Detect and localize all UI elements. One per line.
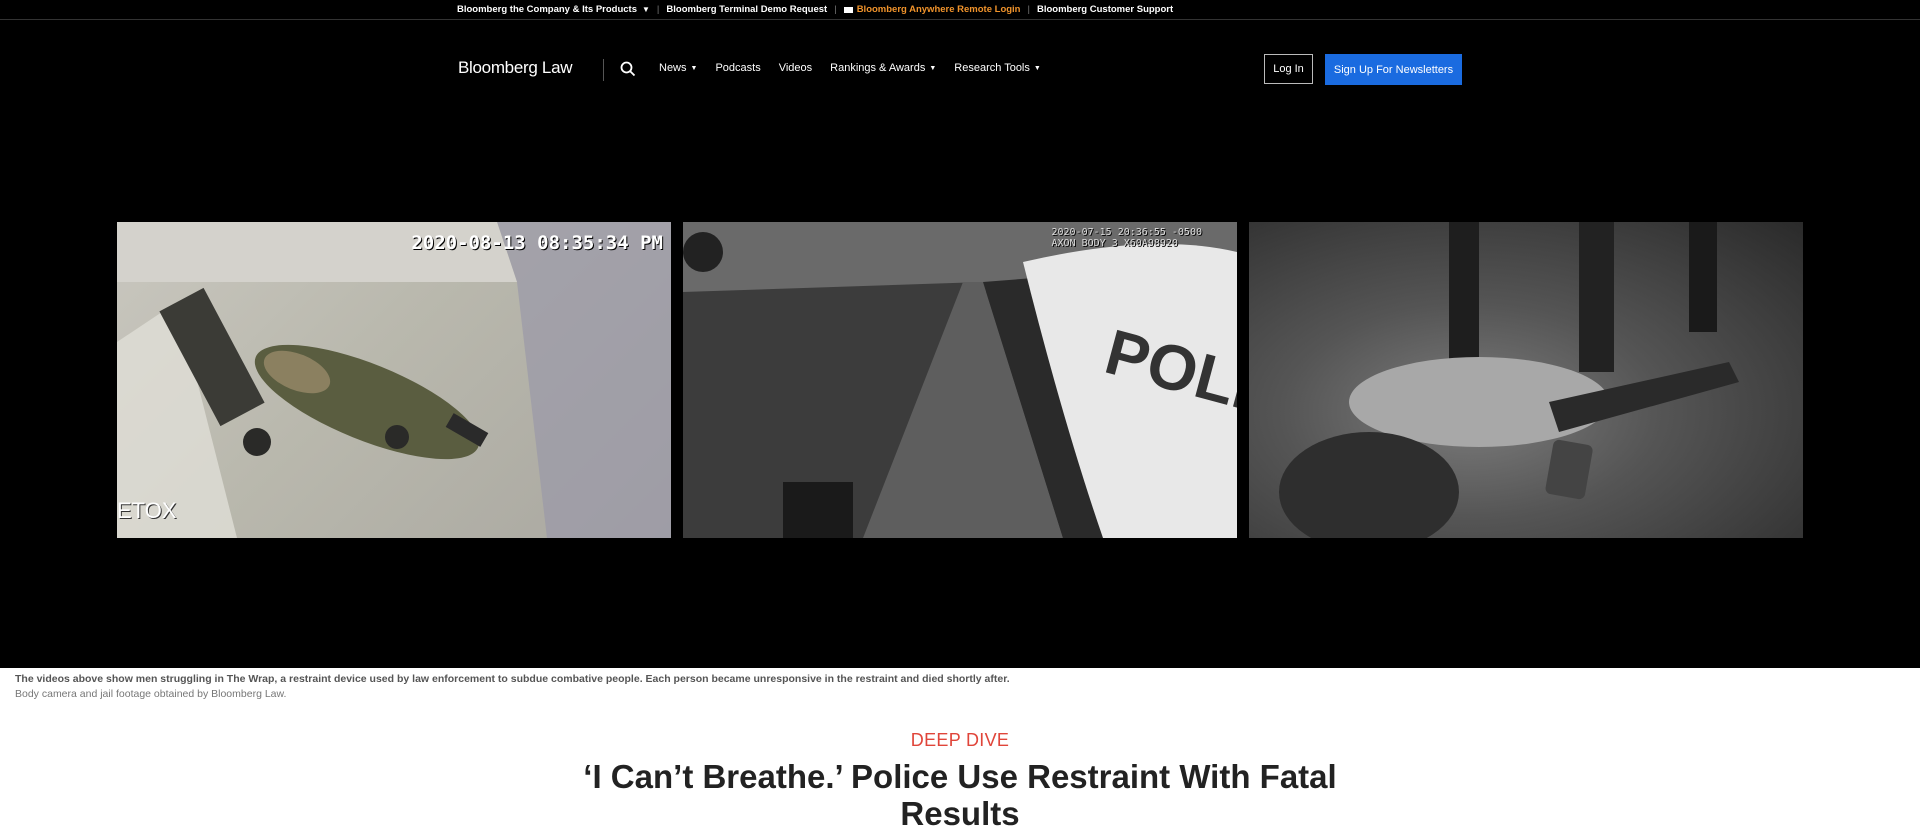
chevron-down-icon[interactable]: ▼ (642, 5, 650, 14)
timestamp-line: 2020-07-15 20:36:55 -0500 (1051, 227, 1202, 238)
nav-item-research-tools[interactable]: Research Tools ▼ (954, 62, 1041, 74)
search-icon[interactable] (620, 61, 636, 82)
login-button[interactable]: Log In (1264, 54, 1313, 84)
divider: | (834, 4, 837, 15)
nav-item-rankings[interactable]: Rankings & Awards ▼ (830, 62, 936, 74)
nav-label: Research Tools (954, 62, 1030, 74)
bodycam-scene: POLI (683, 222, 1237, 538)
chevron-down-icon: ▼ (690, 65, 698, 72)
remote-login-link[interactable]: Bloomberg Anywhere Remote Login (857, 4, 1021, 15)
terminal-demo-link[interactable]: Bloomberg Terminal Demo Request (666, 4, 827, 15)
article-headline: ‘I Can’t Breathe.’ Police Use Restraint … (583, 758, 1337, 832)
nav-label: News (659, 62, 687, 74)
nav-label: Rankings & Awards (830, 62, 926, 74)
jail-scene (117, 222, 671, 538)
video-bodycam-footage[interactable]: POLI 2020-07-15 20:36:55 -0500 AXON BODY … (683, 222, 1237, 538)
article-kicker: DEEP DIVE (910, 730, 1010, 750)
nav-item-videos[interactable]: Videos (779, 62, 812, 74)
caption-credit: Body camera and jail footage obtained by… (15, 688, 287, 700)
divider: | (1027, 4, 1030, 15)
main-nav: News ▼ Podcasts Videos Rankings & Awards ▼… (659, 62, 1059, 74)
divider: | (656, 4, 660, 15)
video-bodycam-footage-2[interactable] (1249, 222, 1803, 538)
video-hero: 2020-08-13 08:35:34 PM ETOX POLI 2020-07… (0, 99, 1920, 668)
device-id-line: AXON BODY 3 X60A98920 (1051, 238, 1178, 249)
video-timestamp: 2020-08-13 08:35:34 PM (411, 232, 663, 254)
nav-item-news[interactable]: News ▼ (659, 62, 697, 74)
image-caption: The videos above show men struggling in … (15, 673, 1010, 700)
main-header: Bloomberg Law News ▼ Podcasts Videos Rank… (0, 20, 1920, 99)
struggle-scene (1279, 222, 1739, 538)
header-divider (603, 59, 604, 81)
customer-support-link[interactable]: Bloomberg Customer Support (1037, 4, 1173, 15)
monitor-icon (843, 6, 853, 13)
video-overlay-text: ETOX (117, 498, 177, 523)
video-timestamp: 2020-07-15 20:36:55 -0500 AXON BODY 3 X60… (1051, 227, 1202, 249)
company-products-link[interactable]: Bloomberg the Company & Its Products (457, 4, 637, 15)
chevron-down-icon: ▼ (1033, 65, 1041, 72)
chevron-down-icon: ▼ (929, 65, 937, 72)
caption-text: The videos above show men struggling in … (15, 673, 1010, 685)
video-jail-footage[interactable]: 2020-08-13 08:35:34 PM ETOX (117, 222, 671, 538)
bloomberg-law-logo[interactable]: Bloomberg Law (458, 58, 573, 78)
top-utility-bar: Bloomberg the Company & Its Products ▼ |… (0, 0, 1920, 20)
signup-newsletters-button[interactable]: Sign Up For Newsletters (1325, 54, 1462, 85)
nav-item-podcasts[interactable]: Podcasts (715, 62, 760, 74)
